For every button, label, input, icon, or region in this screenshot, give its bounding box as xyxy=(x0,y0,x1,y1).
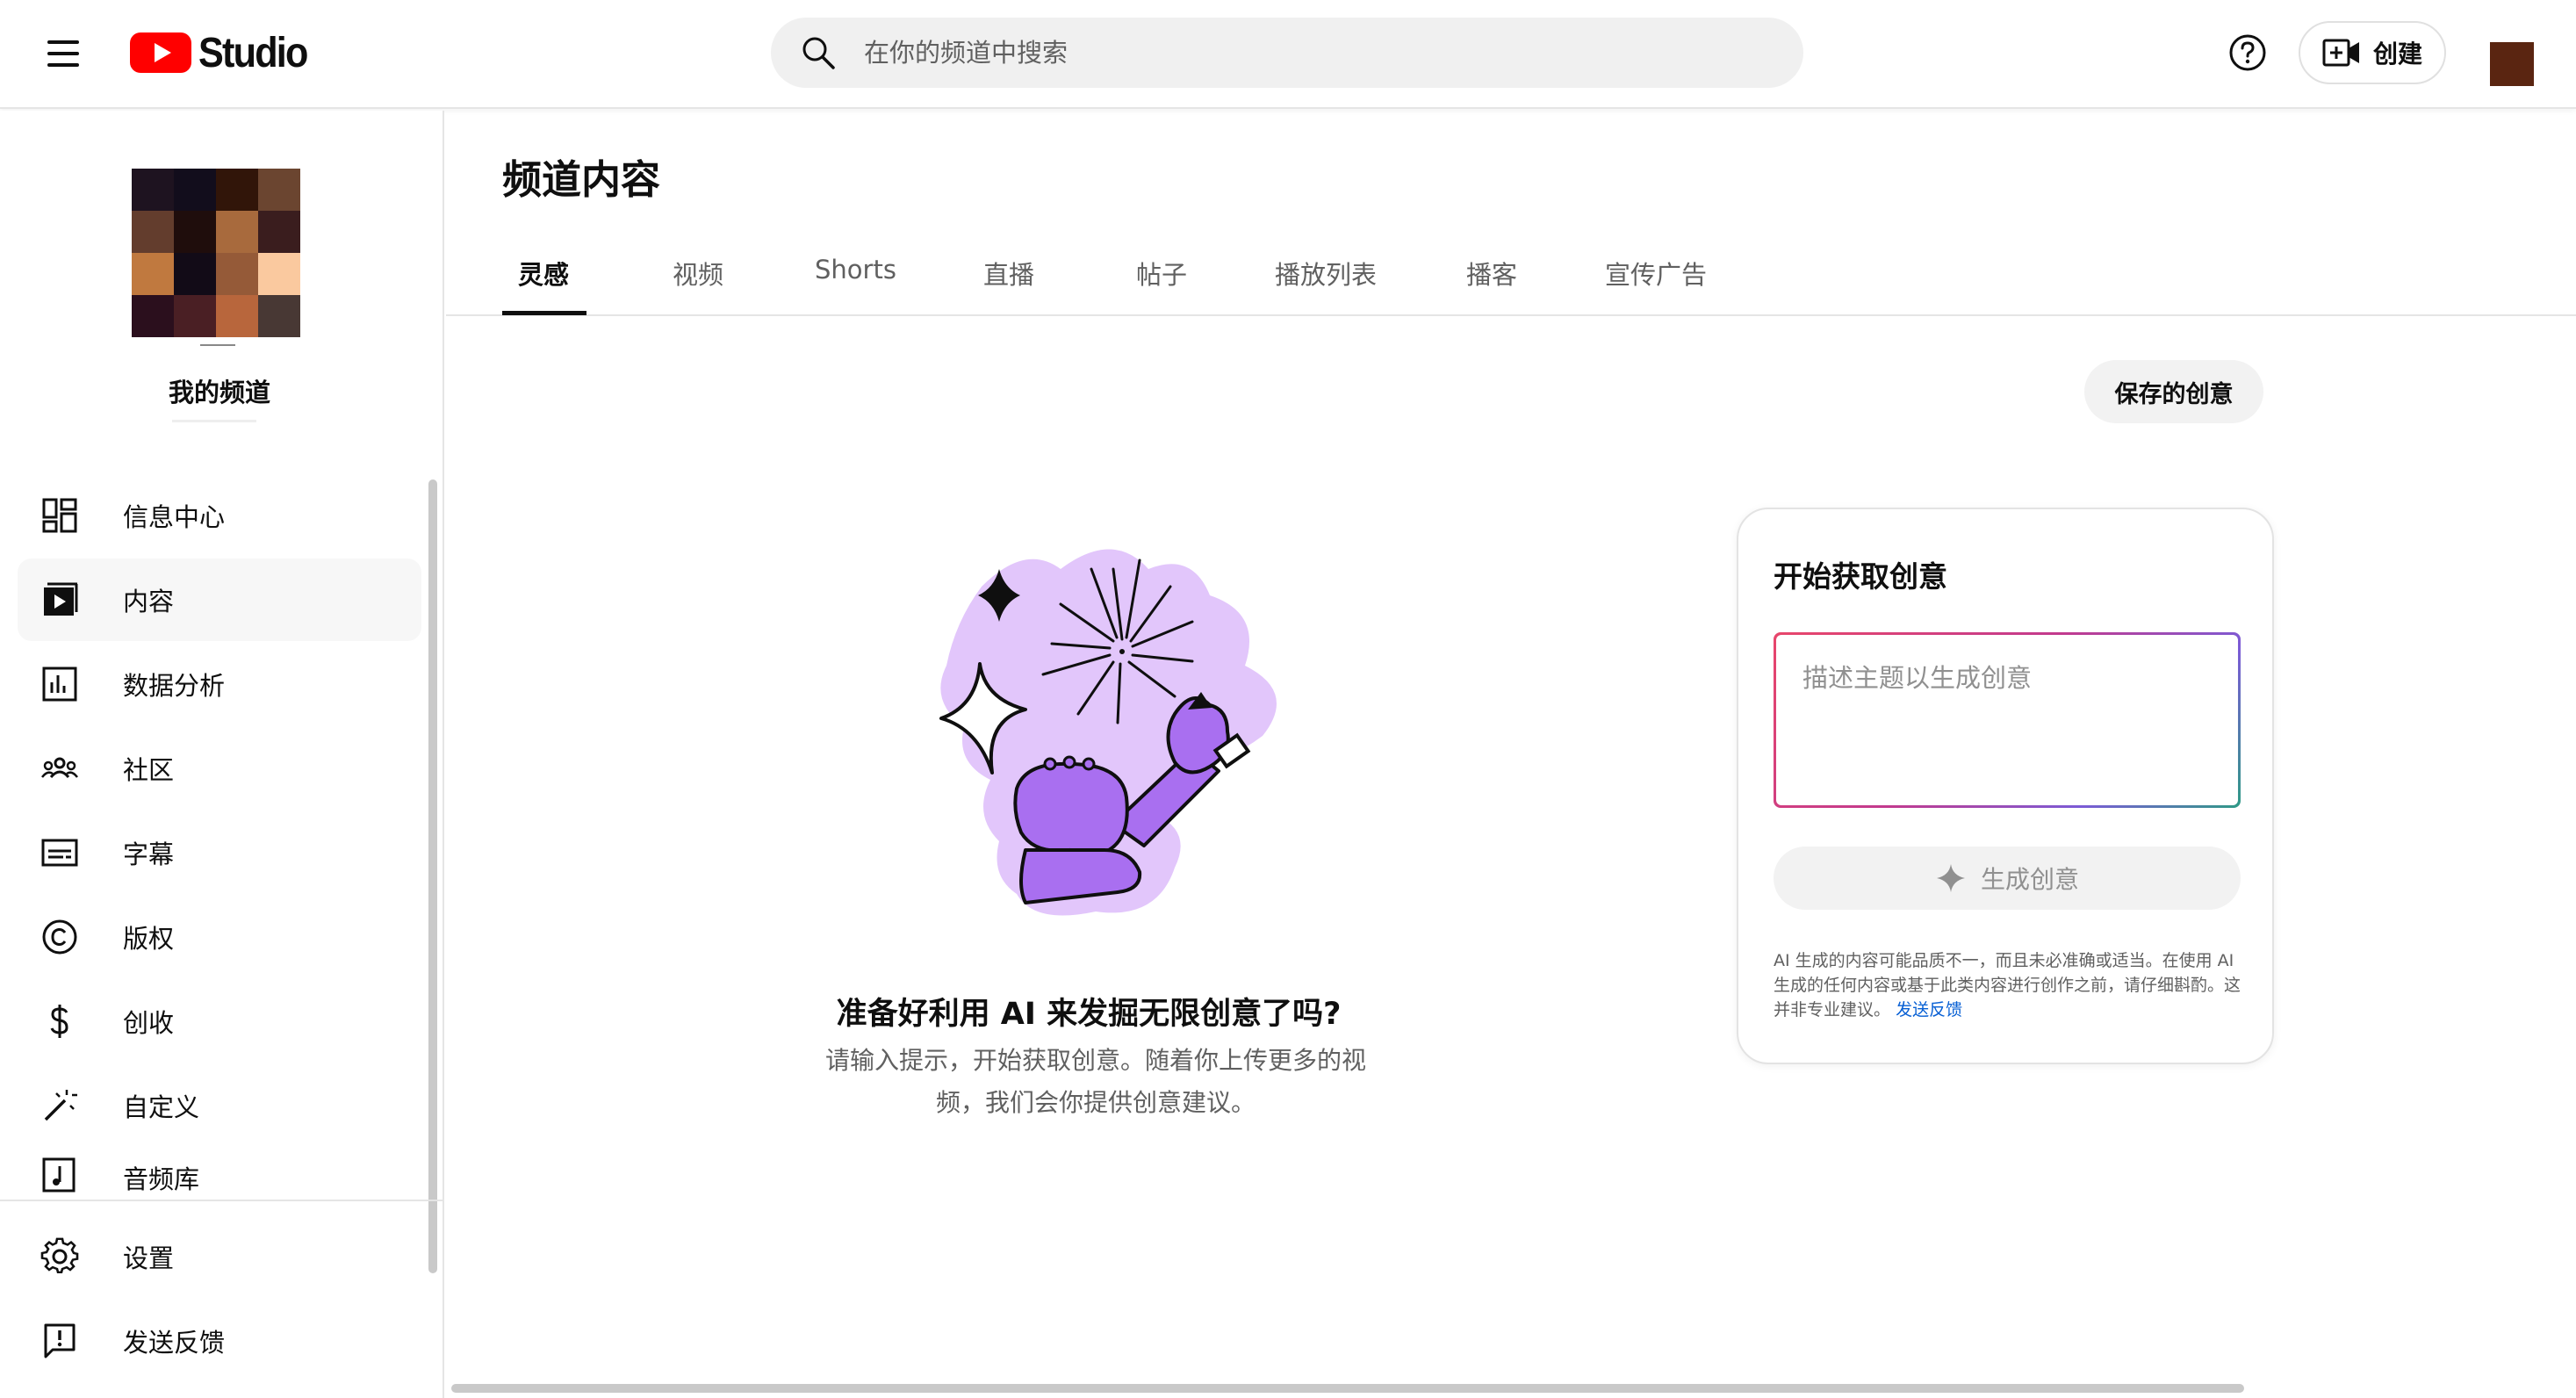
saved-ideas-button[interactable]: 保存的创意 xyxy=(2084,360,2263,423)
content-icon xyxy=(44,582,78,616)
content-tabs: 灵感 视频 Shorts 直播 帖子 播放列表 播客 宣传广告 xyxy=(446,237,2576,316)
sidebar-item-community[interactable]: 社区 xyxy=(18,727,421,810)
sidebar-item-label: 创收 xyxy=(123,1008,175,1038)
idea-prompt-input[interactable] xyxy=(1776,635,2238,805)
account-avatar[interactable] xyxy=(2490,42,2534,86)
ai-disclaimer: AI 生成的内容可能品质不一，而且未必准确或适当。在使用 AI 生成的任何内容或… xyxy=(1774,948,2244,1022)
sparkle-icon xyxy=(1936,864,1965,892)
idea-generator-card: 开始获取创意 生成创意 AI 生成的内容可能品质不一，而且未必准确或适当。在使用… xyxy=(1737,508,2274,1064)
sidebar-item-content[interactable]: 内容 xyxy=(18,558,421,641)
horizontal-scrollbar[interactable] xyxy=(451,1384,2244,1393)
avatar-divider xyxy=(200,344,235,346)
create-button-label: 创建 xyxy=(2372,40,2422,68)
sidebar-item-earn[interactable]: 创收 xyxy=(18,980,421,1063)
tab-shorts[interactable]: Shorts xyxy=(815,255,896,285)
search-input[interactable] xyxy=(864,38,1654,68)
sidebar-item-label: 信息中心 xyxy=(123,502,226,532)
active-tab-indicator xyxy=(502,311,586,315)
dashboard-icon xyxy=(42,498,77,533)
sidebar-item-feedback[interactable]: 发送反馈 xyxy=(18,1300,421,1382)
tab-posts[interactable]: 帖子 xyxy=(1136,255,1187,292)
page-title: 频道内容 xyxy=(502,156,661,203)
channel-avatar[interactable] xyxy=(132,169,300,337)
sidebar-item-analytics[interactable]: 数据分析 xyxy=(18,643,421,725)
empty-state-description-line: 频，我们会你提供创意建议。 xyxy=(935,1088,1256,1117)
tab-inspiration[interactable]: 灵感 xyxy=(518,255,569,292)
sidebar-item-label: 数据分析 xyxy=(123,671,226,701)
sidebar-item-dashboard[interactable]: 信息中心 xyxy=(18,474,421,557)
generate-ideas-label: 生成创意 xyxy=(1980,865,2079,894)
magic-wand-icon xyxy=(44,1090,77,1121)
sidebar-item-label: 字幕 xyxy=(123,840,175,869)
studio-page: Studio 创建 xyxy=(0,0,2576,1398)
sidebar-item-label: 版权 xyxy=(123,924,175,954)
sidebar-item-label: 音频库 xyxy=(123,1164,200,1194)
search-bar[interactable] xyxy=(771,18,1803,88)
gear-icon xyxy=(40,1237,79,1274)
tab-videos[interactable]: 视频 xyxy=(673,255,723,292)
ai-ideas-illustration xyxy=(939,549,1277,916)
channel-name-divider xyxy=(172,420,256,422)
idea-prompt-field xyxy=(1774,632,2241,808)
top-bar: Studio 创建 xyxy=(0,0,2576,109)
help-icon[interactable] xyxy=(2227,32,2269,74)
sidebar-item-label: 社区 xyxy=(123,755,175,785)
ai-disclaimer-text: AI 生成的内容可能品质不一，而且未必准确或适当。在使用 AI 生成的任何内容或… xyxy=(1774,951,2241,1020)
community-icon xyxy=(41,757,78,779)
sidebar-item-label: 设置 xyxy=(123,1243,175,1273)
menu-icon[interactable] xyxy=(39,33,86,76)
sidebar-item-subtitles[interactable]: 字幕 xyxy=(18,811,421,894)
sidebar-item-settings[interactable]: 设置 xyxy=(18,1215,421,1298)
dollar-icon xyxy=(50,1005,68,1038)
sidebar-item-label: 内容 xyxy=(123,587,175,616)
empty-state-description: 请输入提示，开始获取创意。随着你上传更多的视 频，我们会你提供创意建议。 xyxy=(797,1040,1394,1124)
create-button[interactable]: 创建 xyxy=(2299,21,2446,84)
tab-podcasts[interactable]: 播客 xyxy=(1466,255,1517,292)
channel-name[interactable]: 我的频道 xyxy=(0,372,439,409)
sidebar-item-copyright[interactable]: 版权 xyxy=(18,896,421,978)
sidebar: 我的频道 信息中心 内容 数据分析 社区 字幕 版权 创收 自定义 音频库 设置… xyxy=(0,111,444,1398)
sidebar-item-label: 自定义 xyxy=(123,1092,200,1122)
tab-promotions[interactable]: 宣传广告 xyxy=(1605,255,1707,292)
sidebar-item-label: 发送反馈 xyxy=(123,1328,226,1358)
search-icon[interactable] xyxy=(799,33,838,72)
sidebar-divider xyxy=(0,1200,443,1201)
youtube-logo-icon xyxy=(130,32,191,73)
generate-ideas-button[interactable]: 生成创意 xyxy=(1774,847,2241,910)
tab-live[interactable]: 直播 xyxy=(983,255,1034,292)
sidebar-scrollbar[interactable] xyxy=(428,479,437,1273)
tab-playlists[interactable]: 播放列表 xyxy=(1275,255,1377,292)
send-feedback-link[interactable]: 发送反馈 xyxy=(1896,1000,1962,1020)
sidebar-item-audio-library[interactable]: 音频库 xyxy=(18,1147,421,1200)
analytics-icon xyxy=(42,667,77,702)
feedback-icon xyxy=(44,1323,76,1358)
audio-library-icon xyxy=(42,1157,76,1193)
copyright-icon xyxy=(42,919,77,955)
empty-state-title: 准备好利用 AI 来发掘无限创意了吗? xyxy=(836,997,1342,1032)
sidebar-item-customize[interactable]: 自定义 xyxy=(18,1064,421,1147)
idea-card-title: 开始获取创意 xyxy=(1774,559,1947,594)
youtube-studio-logo[interactable]: Studio xyxy=(130,26,319,79)
add-video-icon xyxy=(2322,39,2359,67)
empty-state-description-line: 请输入提示，开始获取创意。随着你上传更多的视 xyxy=(824,1046,1366,1075)
subtitles-icon xyxy=(41,839,78,867)
logo-text: Studio xyxy=(198,29,308,76)
